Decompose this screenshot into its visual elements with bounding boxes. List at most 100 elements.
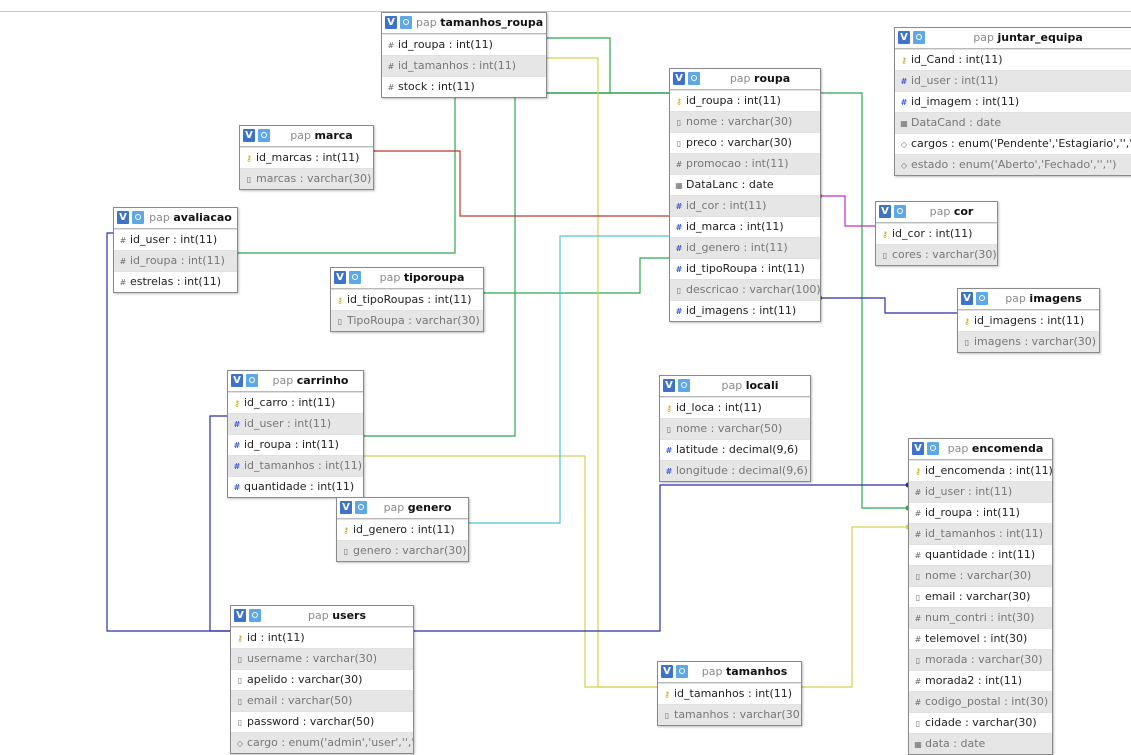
column-row[interactable]: # id_genero : int(11) [670,237,820,258]
column-row[interactable]: ▯ cidade : varchar(30) [909,712,1052,733]
table-header[interactable]: Vpap marca [240,126,373,147]
column-row[interactable]: ▯ tamanhos : varchar(30) [658,704,801,725]
table-options-icon[interactable] [913,31,925,44]
column-row[interactable]: ▯ genero : varchar(30) [337,540,468,561]
column-row[interactable]: # id_tamanhos : int(11) [228,455,363,476]
column-row[interactable]: # promocao : int(11) [670,153,820,174]
table-options-icon[interactable] [132,211,144,224]
column-row[interactable]: ▯ cores : varchar(30) [876,244,997,265]
column-row[interactable]: ⚷ id_encomenda : int(11) [909,460,1052,481]
table-title[interactable]: pap carrinho [262,371,359,391]
table-options-icon[interactable] [927,442,939,455]
column-row[interactable]: ▯ nome : varchar(30) [909,565,1052,586]
column-row[interactable]: # id_cor : int(11) [670,195,820,216]
column-row[interactable]: ⚷ id_imagens : int(11) [958,310,1099,331]
column-row[interactable]: ⚷ id_tamanhos : int(11) [658,683,801,704]
table-options-icon[interactable] [688,72,700,85]
column-row[interactable]: ▯ imagens : varchar(30) [958,331,1099,352]
table-title[interactable]: pap genero [371,498,464,518]
column-row[interactable]: # id_user : int(11) [895,70,1131,91]
table-title[interactable]: pap tamanhos [692,662,797,682]
table-options-icon[interactable] [976,292,988,305]
table-options-icon[interactable] [894,205,906,218]
table-header[interactable]: Vpap tamanhos [658,662,801,683]
table-locali[interactable]: Vpap locali ⚷ id_loca : int(11) ▯ nome : var… [659,375,811,482]
table-title[interactable]: pap juntar_equipa [929,28,1127,48]
table-title[interactable]: pap users [265,606,409,626]
table-tamanhos[interactable]: Vpap tamanhos ⚷ id_tamanhos : int(11) ▯ tama… [657,661,802,726]
table-title[interactable]: pap encomenda [943,439,1048,459]
table-options-icon[interactable] [678,379,690,392]
column-row[interactable]: # id_tamanhos : int(11) [909,523,1052,544]
column-row[interactable]: ▯ nome : varchar(30) [670,111,820,132]
table-name[interactable]: carrinho [297,374,349,387]
toggle-columns-button[interactable]: V [673,72,685,85]
column-row[interactable]: ▯ preco : varchar(30) [670,132,820,153]
column-row[interactable]: # id_imagem : int(11) [895,91,1131,112]
table-title[interactable]: pap locali [694,376,806,396]
table-header[interactable]: Vpap genero [337,498,468,519]
column-row[interactable]: # id_roupa : int(11) [909,502,1052,523]
table-title[interactable]: pap tiporoupa [365,268,479,288]
column-row[interactable]: ▦ DataLanc : date [670,174,820,195]
column-row[interactable]: # quantidade : int(11) [228,476,363,497]
column-row[interactable]: ▯ morada : varchar(30) [909,649,1052,670]
column-row[interactable]: ⚷ id_genero : int(11) [337,519,468,540]
table-avaliacao[interactable]: Vpap avaliacao # id_user : int(11) # id_roup… [113,207,238,293]
column-row[interactable]: ▯ password : varchar(50) [231,711,413,732]
table-header[interactable]: Vpap carrinho [228,371,363,392]
column-row[interactable]: ▯ marcas : varchar(30) [240,168,373,189]
column-row[interactable]: ▯ apelido : varchar(30) [231,669,413,690]
table-cor[interactable]: Vpap cor ⚷ id_cor : int(11) ▯ cores : varcha… [875,201,998,266]
table-name[interactable]: tamanhos_roupa [440,16,543,29]
column-row[interactable]: # id_tamanhos : int(11) [382,55,546,76]
table-name[interactable]: roupa [754,72,790,85]
table-options-icon[interactable] [676,665,688,678]
column-row[interactable]: # stock : int(11) [382,76,546,97]
table-header[interactable]: Vpap roupa [670,69,820,90]
table-roupa[interactable]: Vpap roupa ⚷ id_roupa : int(11) ▯ nome : var… [669,68,821,322]
column-row[interactable]: # morada2 : int(11) [909,670,1052,691]
toggle-columns-button[interactable]: V [961,292,973,305]
column-row[interactable]: ▯ descricao : varchar(100) [670,279,820,300]
column-row[interactable]: ▯ email : varchar(30) [909,586,1052,607]
table-name[interactable]: juntar_equipa [997,31,1082,44]
toggle-columns-button[interactable]: V [117,211,129,224]
toggle-columns-button[interactable]: V [385,16,397,29]
column-row[interactable]: ⚷ id_Cand : int(11) [895,49,1131,70]
table-name[interactable]: tamanhos [726,665,787,678]
column-row[interactable]: ⚷ id_roupa : int(11) [670,90,820,111]
column-row[interactable]: # codigo_postal : int(30) [909,691,1052,712]
table-header[interactable]: Vpap imagens [958,289,1099,310]
table-title[interactable]: pap imagens [992,289,1095,309]
column-row[interactable]: ▦ DataCand : date [895,112,1131,133]
table-header[interactable]: Vpap tamanhos_roupa [382,13,546,34]
table-imagens[interactable]: Vpap imagens ⚷ id_imagens : int(11) ▯ imagen… [957,288,1100,353]
toggle-columns-button[interactable]: V [334,271,346,284]
toggle-columns-button[interactable]: V [243,129,255,142]
table-options-icon[interactable] [246,374,258,387]
table-name[interactable]: marca [314,129,352,142]
table-header[interactable]: Vpap locali [660,376,810,397]
toggle-columns-button[interactable]: V [231,374,243,387]
column-row[interactable]: ▯ username : varchar(30) [231,648,413,669]
table-name[interactable]: genero [408,501,452,514]
table-title[interactable]: pap cor [910,202,993,222]
table-name[interactable]: cor [954,205,974,218]
column-row[interactable]: # telemovel : int(30) [909,628,1052,649]
table-header[interactable]: Vpap encomenda [909,439,1052,460]
table-title[interactable]: pap marca [274,126,369,146]
table-marca[interactable]: Vpap marca ⚷ id_marcas : int(11) ▯ marcas : … [239,125,374,190]
column-row[interactable]: ⚷ id_loca : int(11) [660,397,810,418]
table-name[interactable]: locali [746,379,779,392]
toggle-columns-button[interactable]: V [340,501,352,514]
column-row[interactable]: ◇ estado : enum('Aberto','Fechado','','') [895,154,1131,175]
column-row[interactable]: # id_user : int(11) [909,481,1052,502]
column-row[interactable]: # id_roupa : int(11) [228,434,363,455]
table-juntar_equipa[interactable]: Vpap juntar_equipa ⚷ id_Cand : int(11) # id_… [894,27,1131,176]
table-header[interactable]: Vpap avaliacao [114,208,237,229]
column-row[interactable]: # longitude : decimal(9,6) [660,460,810,481]
column-row[interactable]: ⚷ id_marcas : int(11) [240,147,373,168]
table-tiporoupa[interactable]: Vpap tiporoupa ⚷ id_tipoRoupas : int(11) ▯ T… [330,267,484,332]
table-options-icon[interactable] [258,129,270,142]
